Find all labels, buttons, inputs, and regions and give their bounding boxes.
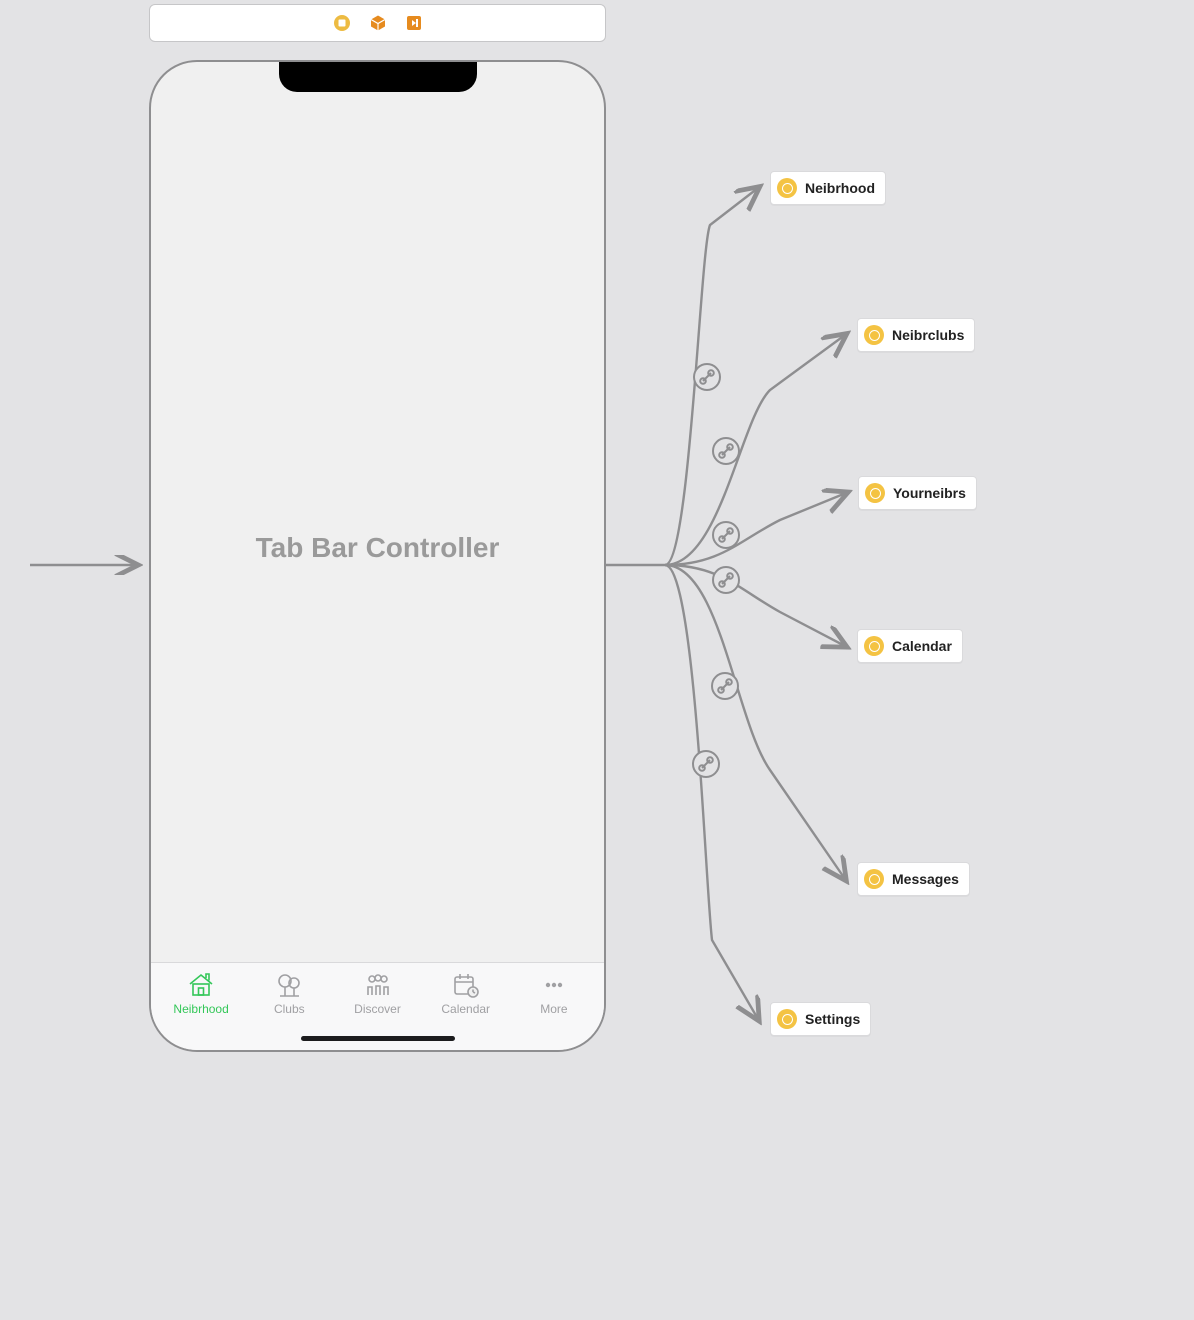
calendar-icon (451, 971, 481, 999)
destination-label: Settings (805, 1011, 860, 1027)
more-icon (539, 971, 569, 999)
home-indicator (301, 1036, 455, 1041)
destination-label: Neibrclubs (892, 327, 964, 343)
segue-destination[interactable]: Settings (770, 1002, 871, 1036)
controller-icon (777, 178, 797, 198)
exit-icon[interactable] (405, 14, 423, 32)
destination-label: Neibrhood (805, 180, 875, 196)
controller-icon (864, 636, 884, 656)
controller-icon (864, 325, 884, 345)
destination-label: Messages (892, 871, 959, 887)
phone-frame: Tab Bar Controller Neibrhood (149, 60, 606, 1052)
tree-icon (274, 971, 304, 999)
people-icon (363, 971, 393, 999)
screen-title: Tab Bar Controller (151, 532, 604, 564)
tab-label: Calendar (441, 1002, 490, 1016)
tab-calendar[interactable]: Calendar (422, 971, 510, 1016)
destination-label: Yourneibrs (893, 485, 966, 501)
tab-clubs[interactable]: Clubs (245, 971, 333, 1016)
tab-more[interactable]: More (510, 971, 598, 1016)
phone-notch (279, 62, 477, 92)
module-icon[interactable] (333, 14, 351, 32)
tab-label: More (540, 1002, 567, 1016)
segue-destination[interactable]: Neibrclubs (857, 318, 975, 352)
tab-label: Clubs (274, 1002, 305, 1016)
tab-neibrhood[interactable]: Neibrhood (157, 971, 245, 1016)
controller-icon (865, 483, 885, 503)
tab-label: Neibrhood (173, 1002, 228, 1016)
house-icon (186, 971, 216, 999)
destination-label: Calendar (892, 638, 952, 654)
scene-toolbar (149, 4, 606, 42)
segue-destination[interactable]: Messages (857, 862, 970, 896)
entry-arrow (28, 555, 150, 575)
controller-icon (777, 1009, 797, 1029)
segue-destination[interactable]: Calendar (857, 629, 963, 663)
segue-destination[interactable]: Neibrhood (770, 171, 886, 205)
controller-icon (864, 869, 884, 889)
tab-label: Discover (354, 1002, 401, 1016)
cube-icon[interactable] (369, 14, 387, 32)
segue-destination[interactable]: Yourneibrs (858, 476, 977, 510)
tab-discover[interactable]: Discover (333, 971, 421, 1016)
